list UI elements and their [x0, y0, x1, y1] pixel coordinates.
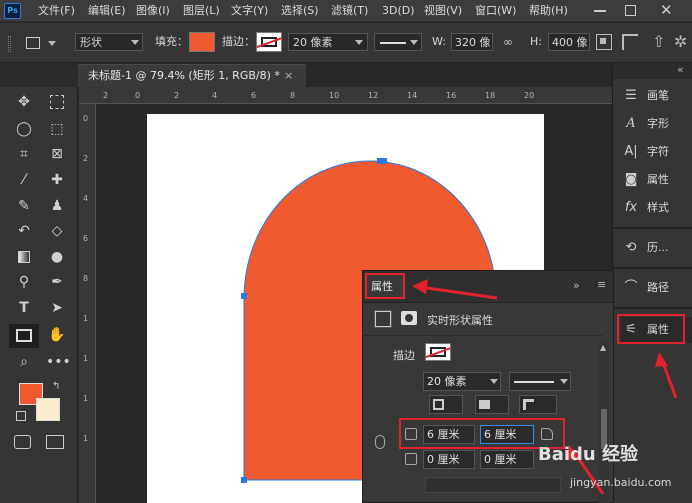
arrow-to-properties-tab [419, 285, 498, 300]
watermark-brand: Baidu 经验 [538, 444, 639, 465]
annotation-arrows [412, 279, 678, 495]
arrowhead [412, 279, 428, 294]
watermark-url: jingyan.baidu.com [570, 476, 672, 489]
arrowhead [655, 352, 668, 367]
